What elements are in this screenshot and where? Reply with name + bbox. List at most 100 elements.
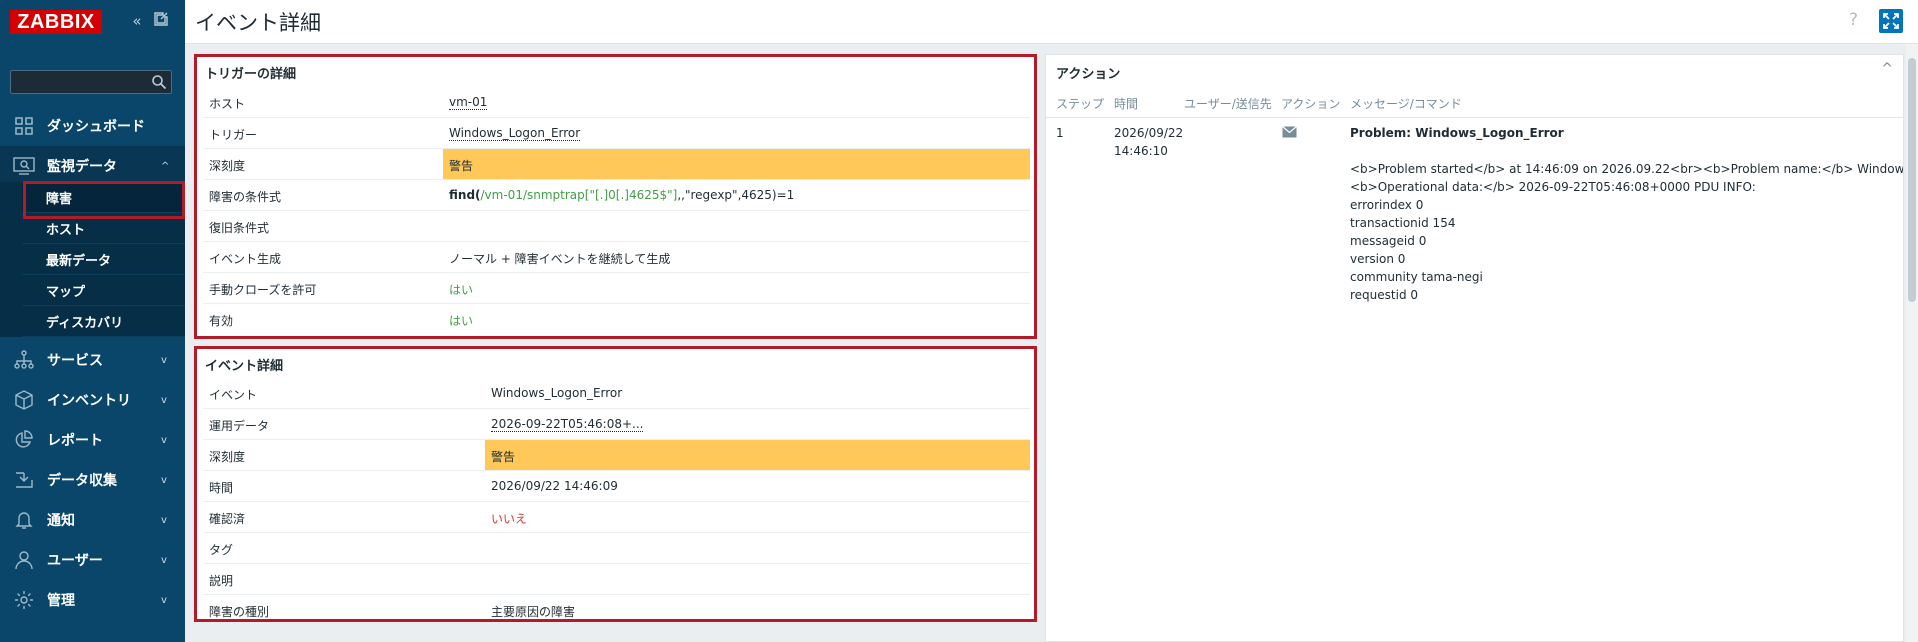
nav-monitoring[interactable]: 監視データ ^ xyxy=(0,146,185,186)
manual-close-value: はい xyxy=(449,283,474,297)
sidebar: ZABBIX « ダッシュボード 監視データ ^ 障害 ホスト 最新データ マッ… xyxy=(0,0,185,642)
nav-services[interactable]: サービス v xyxy=(0,340,185,380)
trigger-row-event-generation: イベント生成 ノーマル + 障害イベントを継続して生成 xyxy=(203,242,1030,273)
row-key: 復旧条件式 xyxy=(209,221,270,235)
nav-reports[interactable]: レポート v xyxy=(0,420,185,460)
row-key: 説明 xyxy=(209,574,234,588)
sub-item-hosts[interactable]: ホスト xyxy=(22,213,185,244)
sub-item-problems[interactable]: 障害 xyxy=(22,182,185,213)
row-key: 障害の種別 xyxy=(209,605,270,619)
row-key: ホスト xyxy=(209,97,246,111)
message-line: <b>Operational data:</b> 2026-09-22T05:4… xyxy=(1350,180,1756,194)
host-link[interactable]: vm-01 xyxy=(449,95,488,110)
nav-dashboard[interactable]: ダッシュボード xyxy=(0,106,185,146)
sub-item-latest-data[interactable]: 最新データ xyxy=(22,244,185,275)
expr-function: find( xyxy=(449,188,481,202)
operational-data-link[interactable]: 2026-09-22T05:46:08+... xyxy=(491,417,644,432)
action-step: 1 xyxy=(1056,126,1064,140)
message-line: <b>Problem started</b> at 14:46:09 on 20… xyxy=(1350,162,1903,176)
event-cause: 主要原因の障害 xyxy=(491,605,576,619)
nav-administration[interactable]: 管理 v xyxy=(0,580,185,620)
nav-label: インベントリ xyxy=(47,393,131,409)
expr-item-link[interactable]: /vm-01/snmptrap["[.]0[.]4625$"] xyxy=(481,188,678,202)
collapse-sidebar-icon[interactable]: « xyxy=(128,12,146,30)
event-row-time: 時間 2026/09/22 14:46:09 xyxy=(203,471,1030,502)
problem-expression: find(/vm-01/snmptrap["[.]0[.]4625$"],,"r… xyxy=(449,188,794,202)
fullscreen-button[interactable] xyxy=(1879,9,1903,33)
envelope-icon[interactable] xyxy=(1282,126,1297,138)
sub-label: 最新データ xyxy=(46,253,112,269)
page-title: イベント詳細 xyxy=(195,11,321,35)
nav-label: サービス xyxy=(47,353,103,369)
sub-label: マップ xyxy=(46,284,86,300)
services-icon xyxy=(13,349,35,371)
actions-title: アクション xyxy=(1056,67,1121,82)
gear-icon xyxy=(13,589,35,611)
monitoring-icon xyxy=(13,155,35,177)
acknowledge-link[interactable]: いいえ xyxy=(491,510,527,527)
zabbix-logo[interactable]: ZABBIX xyxy=(10,10,102,34)
severity-badge: 警告 xyxy=(443,149,1030,179)
trigger-row-recovery-expression: 復旧条件式 xyxy=(203,211,1030,242)
trigger-link[interactable]: Windows_Logon_Error xyxy=(449,126,581,141)
enabled-value: はい xyxy=(449,314,474,328)
col-header-step: ステップ xyxy=(1056,97,1105,111)
nav-inventory[interactable]: インベントリ v xyxy=(0,380,185,420)
action-date: 2026/09/22 xyxy=(1114,126,1184,140)
sub-item-discovery[interactable]: ディスカバリ xyxy=(22,306,185,337)
chevron-down-icon: v xyxy=(161,514,167,526)
nav-users[interactable]: ユーザー v xyxy=(0,540,185,580)
nav-data-collection[interactable]: データ収集 v xyxy=(0,460,185,500)
event-row-description: 説明 xyxy=(203,564,1030,595)
trigger-details-panel: トリガーの詳細 ホスト vm-01 トリガー Windows_Logon_Err… xyxy=(194,54,1037,339)
message-line: transactionid 154 xyxy=(1350,216,1456,230)
collapse-icon[interactable]: ^ xyxy=(1881,61,1893,77)
nav-label: 監視データ xyxy=(47,159,117,175)
row-key: 確認済 xyxy=(209,512,246,526)
sub-item-maps[interactable]: マップ xyxy=(22,275,185,306)
chevron-down-icon: v xyxy=(161,474,167,486)
trigger-row-severity: 深刻度 警告 xyxy=(203,149,1030,180)
nav-label: データ収集 xyxy=(47,473,117,489)
nav-alerts[interactable]: 通知 v xyxy=(0,500,185,540)
reports-icon xyxy=(13,429,35,451)
nav-label: 通知 xyxy=(47,513,75,529)
header-divider xyxy=(1046,117,1903,118)
help-icon[interactable]: ? xyxy=(1849,10,1858,30)
sub-label: 障害 xyxy=(46,191,73,207)
nav-label: レポート xyxy=(47,433,103,449)
action-clock: 14:46:10 xyxy=(1114,144,1168,158)
message-line: version 0 xyxy=(1350,252,1406,266)
event-row-event: イベント Windows_Logon_Error xyxy=(203,378,1030,409)
col-header-message: メッセージ/コマンド xyxy=(1350,97,1462,111)
event-row-severity: 深刻度 警告 xyxy=(203,440,1030,471)
nav-label: ユーザー xyxy=(47,553,103,569)
event-details-panel: イベント詳細 イベント Windows_Logon_Error 運用データ 20… xyxy=(194,346,1037,622)
event-details-title: イベント詳細 xyxy=(205,359,284,374)
message-line: messageid 0 xyxy=(1350,234,1427,248)
chevron-down-icon: v xyxy=(161,594,167,606)
fullscreen-icon xyxy=(1883,13,1899,29)
sub-label: ディスカバリ xyxy=(46,315,124,331)
severity-value: 警告 xyxy=(449,159,474,173)
severity-value: 警告 xyxy=(491,450,516,464)
trigger-row-problem-expression: 障害の条件式 find(/vm-01/snmptrap["[.]0[.]4625… xyxy=(203,180,1030,211)
row-key: 障害の条件式 xyxy=(209,190,282,204)
kiosk-mode-icon[interactable] xyxy=(152,12,170,30)
search-input[interactable] xyxy=(10,70,172,94)
row-key: 運用データ xyxy=(209,419,270,433)
scrollbar-thumb[interactable] xyxy=(1908,58,1916,302)
data-collection-icon xyxy=(13,469,35,491)
vertical-scrollbar[interactable] xyxy=(1906,44,1918,642)
actions-panel: アクション ^ xyxy=(1045,54,1904,642)
col-header-action: アクション xyxy=(1281,97,1341,111)
row-key: 有効 xyxy=(209,314,234,328)
message-line: errorindex 0 xyxy=(1350,198,1424,212)
event-row-acknowledged: 確認済 いいえ xyxy=(203,502,1030,533)
event-name: Windows_Logon_Error xyxy=(491,386,623,400)
page-header: イベント詳細 ? xyxy=(185,0,1918,44)
inventory-icon xyxy=(13,389,35,411)
search-icon[interactable] xyxy=(151,74,167,90)
row-key: 深刻度 xyxy=(209,159,246,173)
message-line: requestid 0 xyxy=(1350,288,1419,302)
